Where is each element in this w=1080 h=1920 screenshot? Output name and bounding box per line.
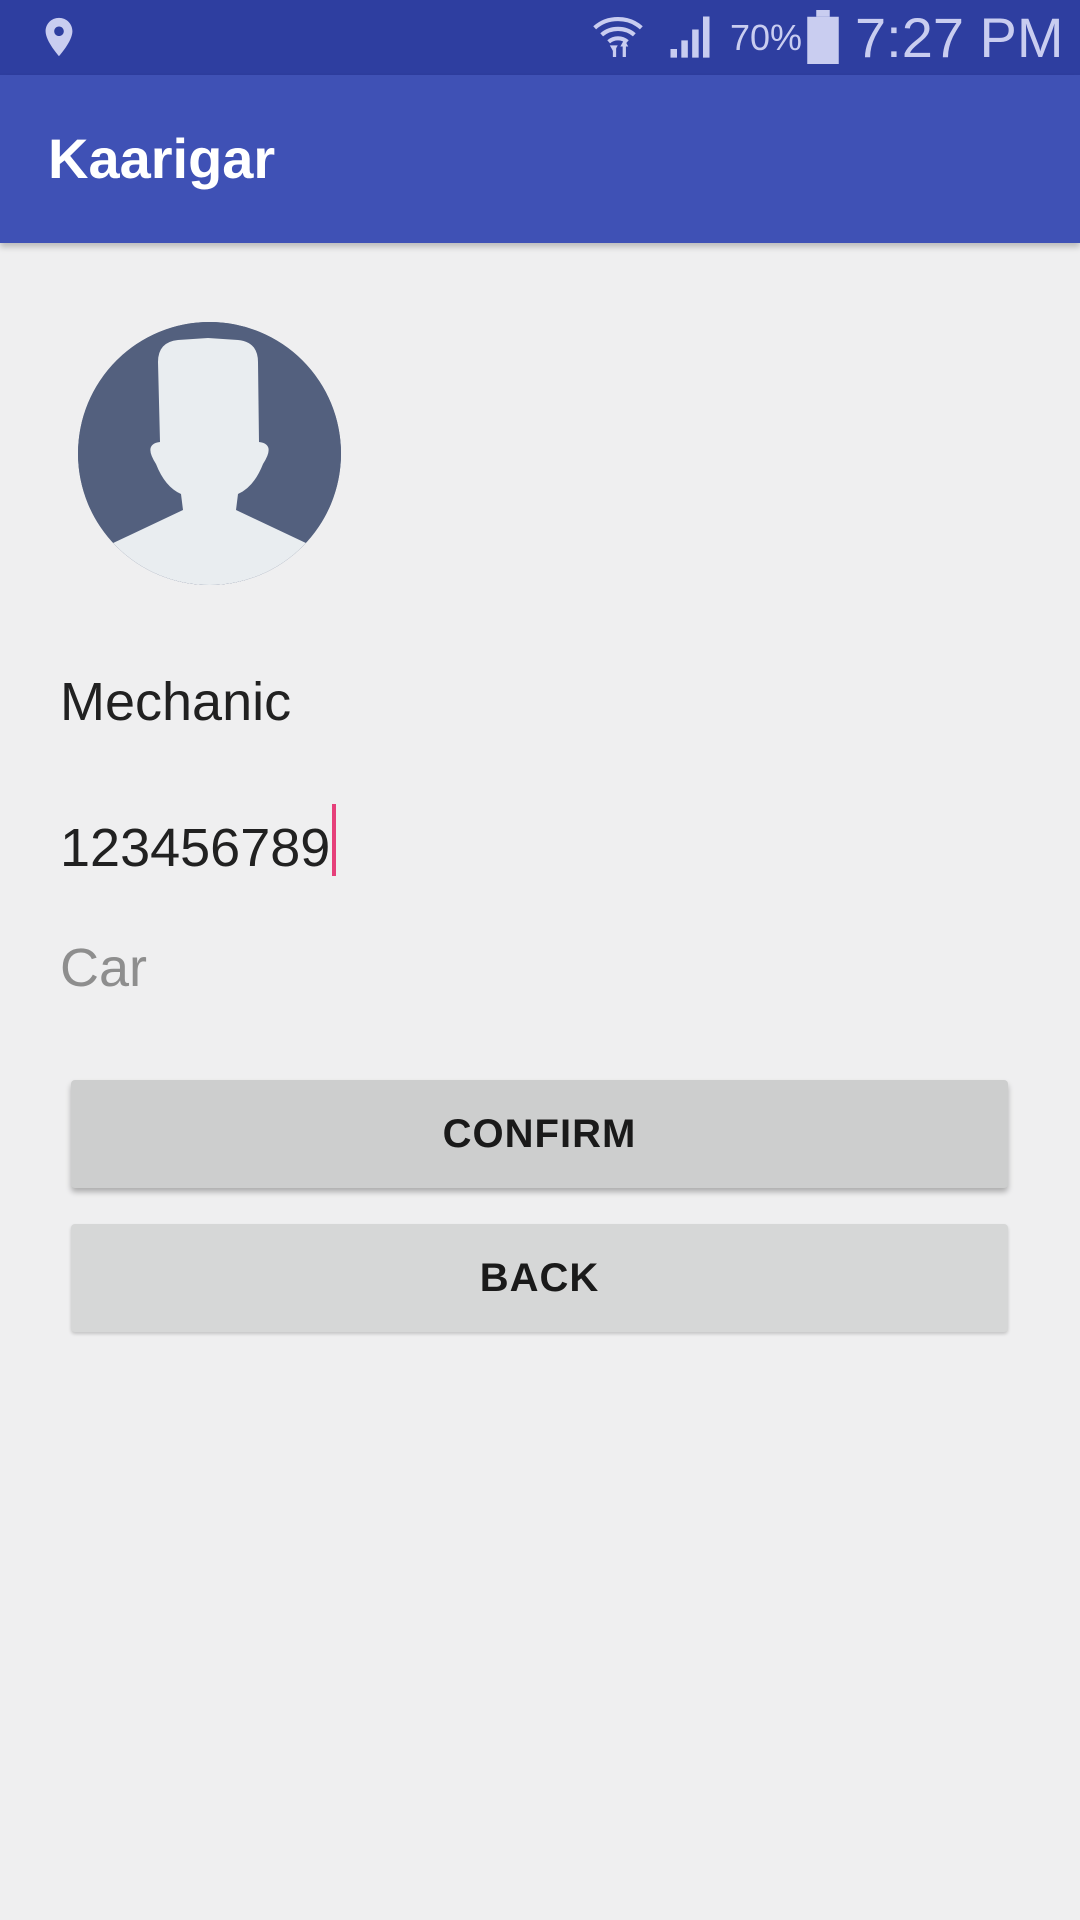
location-pin-icon (45, 17, 73, 57)
app-bar: Kaarigar (0, 75, 1080, 243)
vehicle-type-field[interactable]: Car (60, 936, 147, 1000)
phone-number-value: 123456789 (60, 818, 331, 878)
default-avatar-icon (78, 322, 341, 585)
text-cursor (332, 804, 337, 876)
status-bar: 70% 7:27 PM (0, 0, 1080, 75)
phone-number-field[interactable]: 123456789 (60, 804, 337, 880)
wifi-data-icon (593, 16, 643, 57)
profession-field[interactable]: Mechanic (60, 670, 291, 734)
back-button[interactable]: BACK (71, 1224, 1008, 1332)
status-time: 7:27 PM (855, 6, 1064, 69)
battery-percentage: 70% (730, 17, 803, 58)
cell-signal-icon (670, 16, 710, 58)
confirm-button[interactable]: CONFIRM (71, 1080, 1008, 1188)
profile-avatar[interactable] (78, 322, 341, 585)
battery-icon (807, 10, 839, 64)
app-title: Kaarigar (48, 127, 276, 190)
